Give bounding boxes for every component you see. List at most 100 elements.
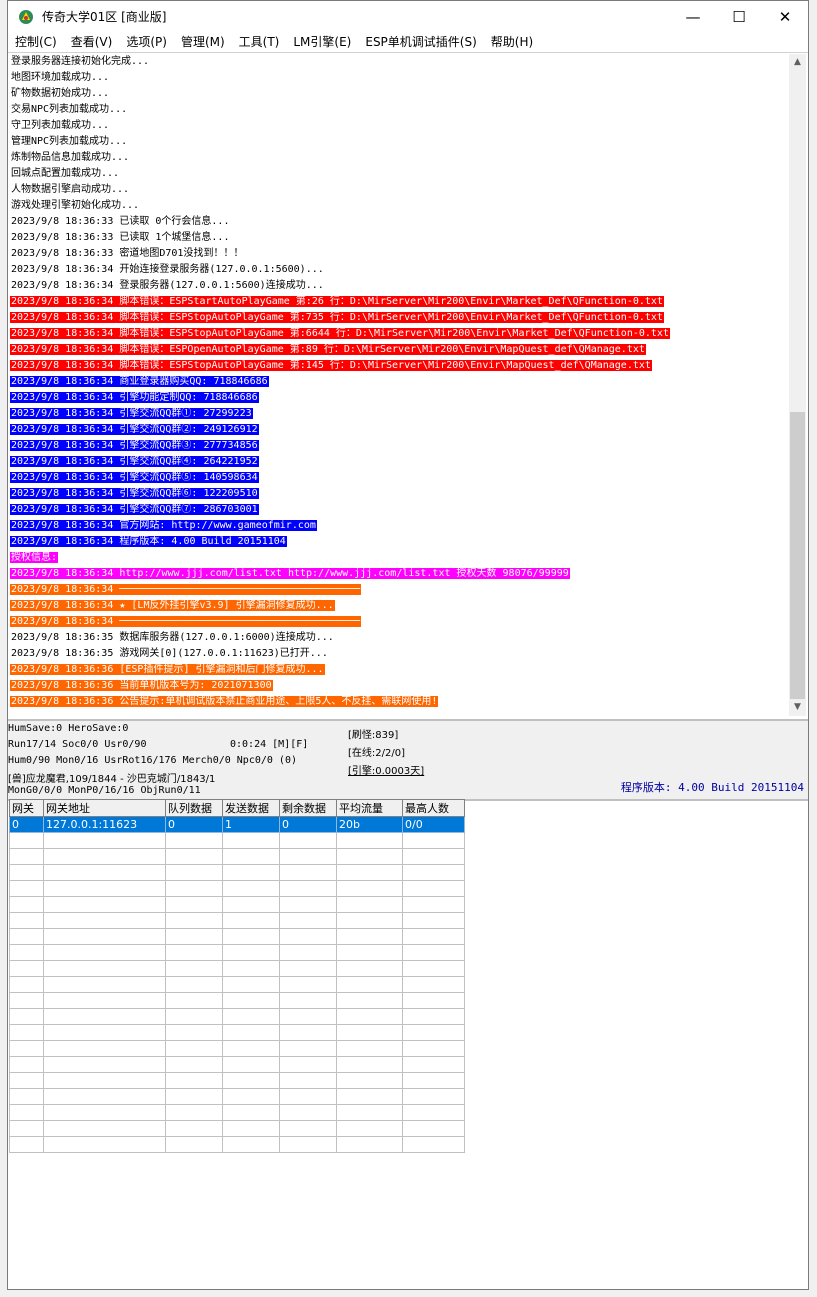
table-cell — [222, 1008, 280, 1025]
menu-help[interactable]: 帮助(H) — [484, 32, 540, 52]
table-cell — [402, 848, 465, 865]
table-cell: 127.0.0.1:11623 — [43, 816, 166, 833]
table-cell — [222, 848, 280, 865]
table-cell — [165, 848, 223, 865]
menu-tools[interactable]: 工具(T) — [232, 32, 287, 52]
column-header[interactable]: 发送数据 — [222, 799, 280, 817]
scroll-down-arrow-icon[interactable]: ▼ — [789, 699, 806, 716]
table-row[interactable] — [9, 1136, 465, 1153]
table-cell — [279, 1056, 337, 1073]
app-icon — [19, 9, 33, 24]
gateway-table[interactable]: 网关 网关地址 队列数据 发送数据 剩余数据 平均流量 最高人数 0 127.0.0.1:11… — [9, 799, 465, 1153]
maximize-button[interactable]: ☐ — [716, 1, 762, 32]
log-line-text: 2023/9/8 18:36:34 商业登录器购买QQ: 718846686 — [10, 376, 269, 387]
table-cell — [402, 992, 465, 1009]
table-cell — [336, 1024, 403, 1041]
table-row[interactable] — [9, 848, 465, 865]
table-row[interactable] — [9, 928, 465, 945]
table-row[interactable] — [9, 1072, 465, 1089]
table-cell — [336, 992, 403, 1009]
column-header[interactable]: 队列数据 — [165, 799, 223, 817]
column-header[interactable]: 平均流量 — [336, 799, 403, 817]
table-cell — [279, 864, 337, 881]
log-scrollbar[interactable]: ▲ ▼ — [789, 54, 806, 716]
table-row[interactable] — [9, 896, 465, 913]
log-line: 授权信息: — [10, 550, 790, 566]
log-line-text: 2023/9/8 18:36:34 ★ [LM反外挂引擎v3.9] 引擎漏洞修复… — [10, 600, 335, 611]
status-engine[interactable]: [引擎:0.0003天] — [348, 762, 424, 777]
status-save: HumSave:0 HeroSave:0 — [8, 723, 129, 734]
log-line-text: 2023/9/8 18:36:34 http://www.jjj.com/lis… — [10, 568, 570, 579]
table-row[interactable] — [9, 992, 465, 1009]
menu-manage[interactable]: 管理(M) — [174, 32, 232, 52]
menu-view[interactable]: 查看(V) — [64, 32, 120, 52]
table-row[interactable] — [9, 944, 465, 961]
table-row[interactable] — [9, 1120, 465, 1137]
log-line-text: 授权信息: — [10, 552, 59, 563]
table-row[interactable] — [9, 976, 465, 993]
log-line-text: 2023/9/8 18:36:36 [ESP插件提示] 引擎漏洞和后门修复成功.… — [10, 664, 325, 675]
menu-options[interactable]: 选项(P) — [119, 32, 174, 52]
table-row[interactable] — [9, 1088, 465, 1105]
table-cell — [336, 912, 403, 929]
menu-lm-engine[interactable]: LM引擎(E) — [286, 32, 358, 52]
scroll-thumb[interactable] — [790, 412, 805, 699]
log-line: 2023/9/8 18:36:34 http://www.jjj.com/lis… — [10, 566, 790, 582]
table-cell — [279, 944, 337, 961]
log-line: 矿物数据初始成功... — [10, 86, 790, 102]
log-line-text: 2023/9/8 18:36:33 已读取 1个城堡信息... — [11, 232, 230, 243]
log-line-text: 2023/9/8 18:36:34 引擎交流QQ群⑦: 286703001 — [10, 504, 259, 515]
table-cell — [9, 992, 44, 1009]
column-header[interactable]: 最高人数 — [402, 799, 465, 817]
log-line-text: 回城点配置加载成功... — [11, 168, 120, 179]
table-row[interactable] — [9, 960, 465, 977]
menu-control[interactable]: 控制(C) — [8, 32, 64, 52]
table-cell — [222, 896, 280, 913]
log-line: 2023/9/8 18:36:36 当前单机版本号为: 2021071300 — [10, 678, 790, 694]
column-header[interactable]: 剩余数据 — [279, 799, 337, 817]
log-output[interactable]: 登录服务器连接初始化完成... 地图环境加载成功... 矿物数据初始成功... 交易N… — [10, 54, 790, 716]
table-row[interactable] — [9, 1104, 465, 1121]
table-cell — [402, 928, 465, 945]
table-cell — [165, 992, 223, 1009]
minimize-button[interactable]: — — [670, 1, 716, 32]
log-line: 2023/9/8 18:36:34 脚本错误：ESPStopAutoPlayGa… — [10, 358, 790, 374]
table-cell — [402, 1040, 465, 1057]
table-row[interactable] — [9, 1024, 465, 1041]
table-cell: 0 — [9, 816, 44, 833]
table-cell — [336, 832, 403, 849]
table-row[interactable] — [9, 1040, 465, 1057]
menu-esp-plugin[interactable]: ESP单机调试插件(S) — [358, 32, 483, 52]
column-header[interactable]: 网关地址 — [43, 799, 166, 817]
table-cell — [222, 944, 280, 961]
table-cell — [43, 1120, 166, 1137]
table-row[interactable]: 0 127.0.0.1:11623 0 1 0 20b 0/0 — [9, 816, 465, 833]
scroll-up-arrow-icon[interactable]: ▲ — [789, 54, 806, 71]
table-cell — [43, 1024, 166, 1041]
title-bar[interactable]: 传奇大学01区 [商业版] — ☐ ✕ — [8, 1, 808, 32]
table-row[interactable] — [9, 912, 465, 929]
table-cell — [165, 1088, 223, 1105]
log-line-text: 2023/9/8 18:36:34 程序版本: 4.00 Build 20151… — [10, 536, 287, 547]
table-row[interactable] — [9, 1056, 465, 1073]
table-cell — [402, 864, 465, 881]
table-cell — [9, 1136, 44, 1153]
table-row[interactable] — [9, 880, 465, 897]
table-cell — [402, 896, 465, 913]
log-line-text: 2023/9/8 18:36:33 密道地图D701没找到！！！ — [11, 248, 244, 259]
log-line: 2023/9/8 18:36:34 ★ [LM反外挂引擎v3.9] 引擎漏洞修复… — [10, 598, 790, 614]
table-cell — [336, 864, 403, 881]
table-cell — [279, 1088, 337, 1105]
table-cell — [222, 1056, 280, 1073]
table-cell — [336, 1072, 403, 1089]
table-cell — [279, 1008, 337, 1025]
table-cell — [165, 1056, 223, 1073]
table-row[interactable] — [9, 832, 465, 849]
table-cell — [43, 992, 166, 1009]
table-row[interactable] — [9, 864, 465, 881]
log-line: 人物数据引擎启动成功... — [10, 182, 790, 198]
close-button[interactable]: ✕ — [762, 1, 808, 32]
table-row[interactable] — [9, 1008, 465, 1025]
log-line: 2023/9/8 18:36:34 引擎交流QQ群⑥: 122209510 — [10, 486, 790, 502]
column-header[interactable]: 网关 — [9, 799, 44, 817]
